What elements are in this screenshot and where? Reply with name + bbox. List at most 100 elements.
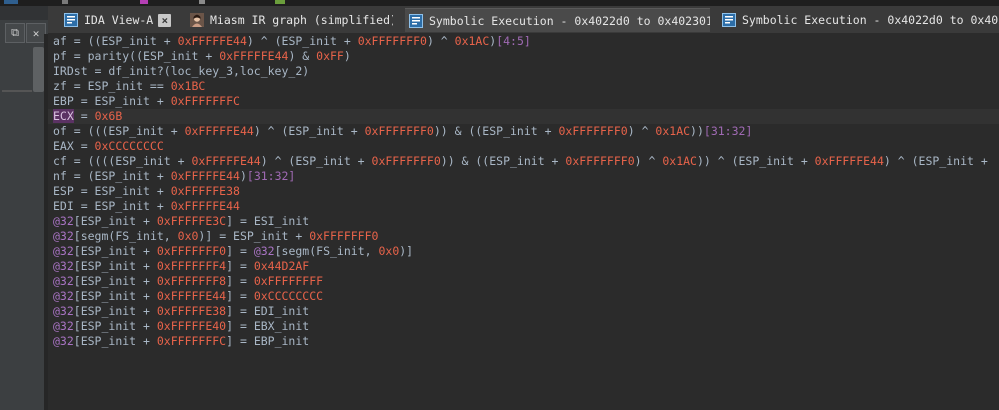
code-line[interactable]: @32[ESP_init + 0xFFFFFFF4] = 0x44D2AF [53, 259, 309, 274]
hex-literal: 0x1BC [170, 79, 206, 93]
hex-literal: 0xFFFFFFF0 [371, 154, 441, 168]
code-text: ) [343, 49, 351, 63]
code-line[interactable]: @32[ESP_init + 0xFFFFFE44] = 0xCCCCCCCC [53, 289, 323, 304]
left-panel: ⧉ ✕ [0, 6, 48, 410]
code-text: )] = ESP_init + [198, 229, 310, 243]
hex-literal: 0x1AC [454, 34, 490, 48]
code-text: + [336, 34, 358, 48]
tab-label: Miasm IR graph (simplified) [210, 13, 393, 27]
code-text: )) [690, 124, 704, 138]
hex-literal: 0xFFFFFFF0 [565, 154, 635, 168]
symbolic-execution-icon [722, 13, 736, 27]
code-line[interactable]: EDI = ESP_init + 0xFFFFFE44 [53, 199, 240, 214]
code-text: ] = EDI_init [226, 304, 310, 318]
code-line[interactable]: @32[ESP_init + 0xFFFFFE38] = EDI_init [53, 304, 309, 319]
code-line[interactable]: @32[ESP_init + 0xFFFFFFF0] = @32[segm(FS… [53, 244, 413, 259]
toolbar-color-block [199, 0, 205, 4]
code-text: nf = (ESP_init + [53, 169, 171, 183]
code-text: )] [399, 244, 414, 258]
code-text: ESP = ESP_init + [53, 184, 171, 198]
code-text: )) ^ (ESP_init + [696, 154, 815, 168]
hex-literal: 0x1AC [655, 124, 691, 138]
code-text: [ESP_init + [73, 259, 157, 273]
memory-width-keyword: @32 [53, 259, 74, 273]
code-text: ] = EBP_init [226, 334, 310, 348]
code-line[interactable]: nf = (ESP_init + 0xFFFFFE44)[31:32] [53, 169, 295, 184]
hex-literal: 0xFFFFFFFC [170, 94, 240, 108]
hex-literal: 0xFFFFFFF0 [309, 229, 379, 243]
divider [2, 90, 32, 92]
toolbar-color-block [4, 0, 18, 4]
toolbar-color-block [140, 0, 148, 4]
register-highlight: ECX [53, 109, 74, 123]
close-icon[interactable]: × [158, 13, 172, 27]
code-text: ] = EBX_init [226, 319, 310, 333]
code-line[interactable]: @32[ESP_init + 0xFFFFFFFC] = EBP_init [53, 334, 309, 349]
code-text: ) [239, 169, 247, 183]
code-text: [ESP_init + [73, 214, 157, 228]
tab-miasm-ir-graph[interactable]: Miasm IR graph (simplified) × [186, 8, 393, 32]
tab-label: Symbolic Execution - 0x4022d0 to 0x40230… [429, 13, 710, 28]
code-text: )) & ((ESP_init + [433, 124, 559, 138]
scrollbar-thumb[interactable] [33, 47, 44, 92]
hex-literal: 0xFFFFFFF0 [357, 34, 427, 48]
code-text: + [198, 49, 220, 63]
tab-symbolic-execution-402301[interactable]: Symbolic Execution - 0x4022d0 to 0x40230… [405, 8, 710, 32]
hex-literal: 0xFFFFFFF8 [156, 274, 227, 288]
code-line[interactable]: EBP = ESP_init + 0xFFFFFFFC [53, 94, 240, 109]
memory-width-keyword: @32 [53, 214, 74, 228]
hex-literal: 0xFFFFFFF0 [156, 244, 227, 258]
code-line[interactable]: of = (((ESP_init + 0xFFFFFE44) ^ (ESP_in… [53, 124, 752, 139]
tab-symbolic-execution-4022f7[interactable]: Symbolic Execution - 0x4022d0 to 0x4022f… [718, 8, 999, 32]
code-line[interactable]: @32[ESP_init + 0xFFFFFFF8] = 0xFFFFFFFF [53, 274, 323, 289]
hex-literal: 0x0 [378, 244, 400, 258]
memory-width-keyword: @32 [53, 229, 74, 243]
code-line[interactable]: @32[ESP_init + 0xFFFFFE40] = EBX_init [53, 319, 309, 334]
tab-bar: IDA View-A × Miasm IR graph (simplified)… [0, 6, 999, 34]
bit-slice: [31:32] [246, 169, 296, 183]
hex-literal: 0xFFFFFE38 [170, 184, 240, 198]
tab-ida-view-a[interactable]: IDA View-A × [60, 8, 183, 32]
hex-literal: 0xFFFFFFFF [253, 274, 324, 288]
code-text: ESP_init [101, 34, 157, 48]
code-text: )) & ((ESP_init + [440, 154, 566, 168]
current-line-highlight [48, 109, 999, 124]
tab-label: Symbolic Execution - 0x4022d0 to 0x4022f… [742, 13, 999, 27]
code-text: [ESP_init + [73, 244, 157, 258]
code-line[interactable]: cf = ((((ESP_init + 0xFFFFFE44) ^ (ESP_i… [53, 154, 995, 169]
code-text: of = (((ESP_init + [53, 124, 185, 138]
hex-literal: 0x1AC [662, 154, 697, 168]
hex-literal: 0xFFFFFE44 [814, 154, 884, 168]
code-text: ) & [288, 49, 317, 63]
code-text: ESP_init [281, 34, 337, 48]
code-line[interactable]: @32[segm(FS_init, 0x0)] = ESP_init + 0xF… [53, 229, 378, 244]
code-text: ] = [226, 289, 254, 303]
code-text: ) ^ (ESP_init + [883, 154, 995, 168]
code-line[interactable]: zf = ESP_init == 0x1BC [53, 79, 205, 94]
code-line[interactable]: EAX = 0xCCCCCCCC [53, 139, 164, 154]
code-text: [ESP_init + [73, 274, 157, 288]
code-text: + [156, 34, 178, 48]
code-line[interactable]: IRDst = df_init?(loc_key_3,loc_key_2) [53, 64, 309, 79]
restore-window-icon[interactable]: ⧉ [5, 23, 25, 43]
code-text: ) ^ ( [246, 34, 282, 48]
hex-literal: 0xCCCCCCCC [94, 139, 164, 153]
hex-literal: 0xFFFFFE44 [219, 49, 289, 63]
memory-width-keyword: @32 [253, 244, 275, 258]
hex-literal: 0xFFFFFE44 [170, 199, 240, 213]
code-text: [ESP_init + [73, 319, 157, 333]
bit-slice: [31:32] [703, 124, 753, 138]
code-line[interactable]: ESP = ESP_init + 0xFFFFFE38 [53, 184, 240, 199]
code-line[interactable]: af = ((ESP_init + 0xFFFFFE44) ^ (ESP_ini… [53, 34, 531, 49]
code-line[interactable]: @32[ESP_init + 0xFFFFFE3C] = ESI_init [53, 214, 309, 229]
code-line[interactable]: ECX = 0x6B [53, 109, 122, 124]
hex-literal: 0xFFFFFE44 [177, 34, 247, 48]
code-line[interactable]: pf = parity((ESP_init + 0xFFFFFE44) & 0x… [53, 49, 351, 64]
close-window-icon[interactable]: ✕ [26, 23, 46, 43]
code-text: ] = [226, 274, 254, 288]
code-text: ) ^ [634, 154, 663, 168]
memory-width-keyword: @32 [53, 319, 74, 333]
miasm-avatar-icon [190, 13, 204, 27]
symbolic-execution-output: af = ((ESP_init + 0xFFFFFE44) ^ (ESP_ini… [48, 33, 999, 410]
memory-width-keyword: @32 [53, 289, 74, 303]
